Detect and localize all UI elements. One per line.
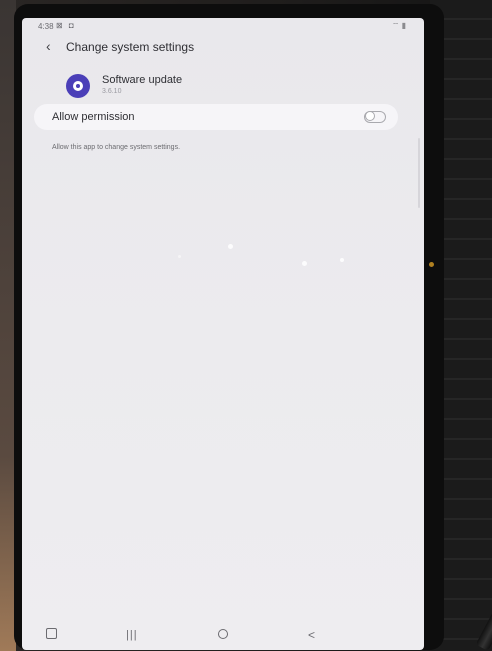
software-update-icon [66,74,90,98]
device-screen: 4:38 ⊠ ◘ ⌔ ▮ ‹ Change system settings So… [22,18,424,650]
home-icon[interactable] [218,629,228,639]
page-title: Change system settings [66,40,195,54]
app-info-row: Software update 3.6.10 [66,72,366,102]
tablet-sensor [429,262,434,267]
app-name: Software update [102,74,183,86]
allow-permission-row[interactable]: Allow permission [34,104,398,130]
software-update-icon-ring [73,81,83,91]
allow-permission-toggle[interactable] [364,111,386,123]
light-glare [302,261,307,266]
app-version: 3.6.10 [102,88,122,95]
notification-icons: ⊠ ◘ [56,21,76,30]
keyboard-icon[interactable] [46,628,57,639]
toggle-knob [365,111,375,121]
light-glare [228,244,233,249]
navigation-bar: ||| < [22,622,424,650]
system-status-icons: ⌔ ▮ [391,21,406,30]
light-glare [340,258,344,262]
scrollbar[interactable] [418,138,420,208]
chevron-left-icon[interactable]: ‹ [46,39,51,53]
app-header: ‹ Change system settings [22,36,424,58]
status-time: 4:38 [38,22,54,31]
light-glare [178,255,181,258]
permission-description: Allow this app to change system settings… [52,144,181,151]
back-icon[interactable]: < [308,628,315,642]
recents-icon[interactable]: ||| [126,628,138,642]
allow-permission-label: Allow permission [52,111,135,123]
status-bar: 4:38 ⊠ ◘ ⌔ ▮ [22,18,424,36]
software-update-icon-core [76,84,80,88]
